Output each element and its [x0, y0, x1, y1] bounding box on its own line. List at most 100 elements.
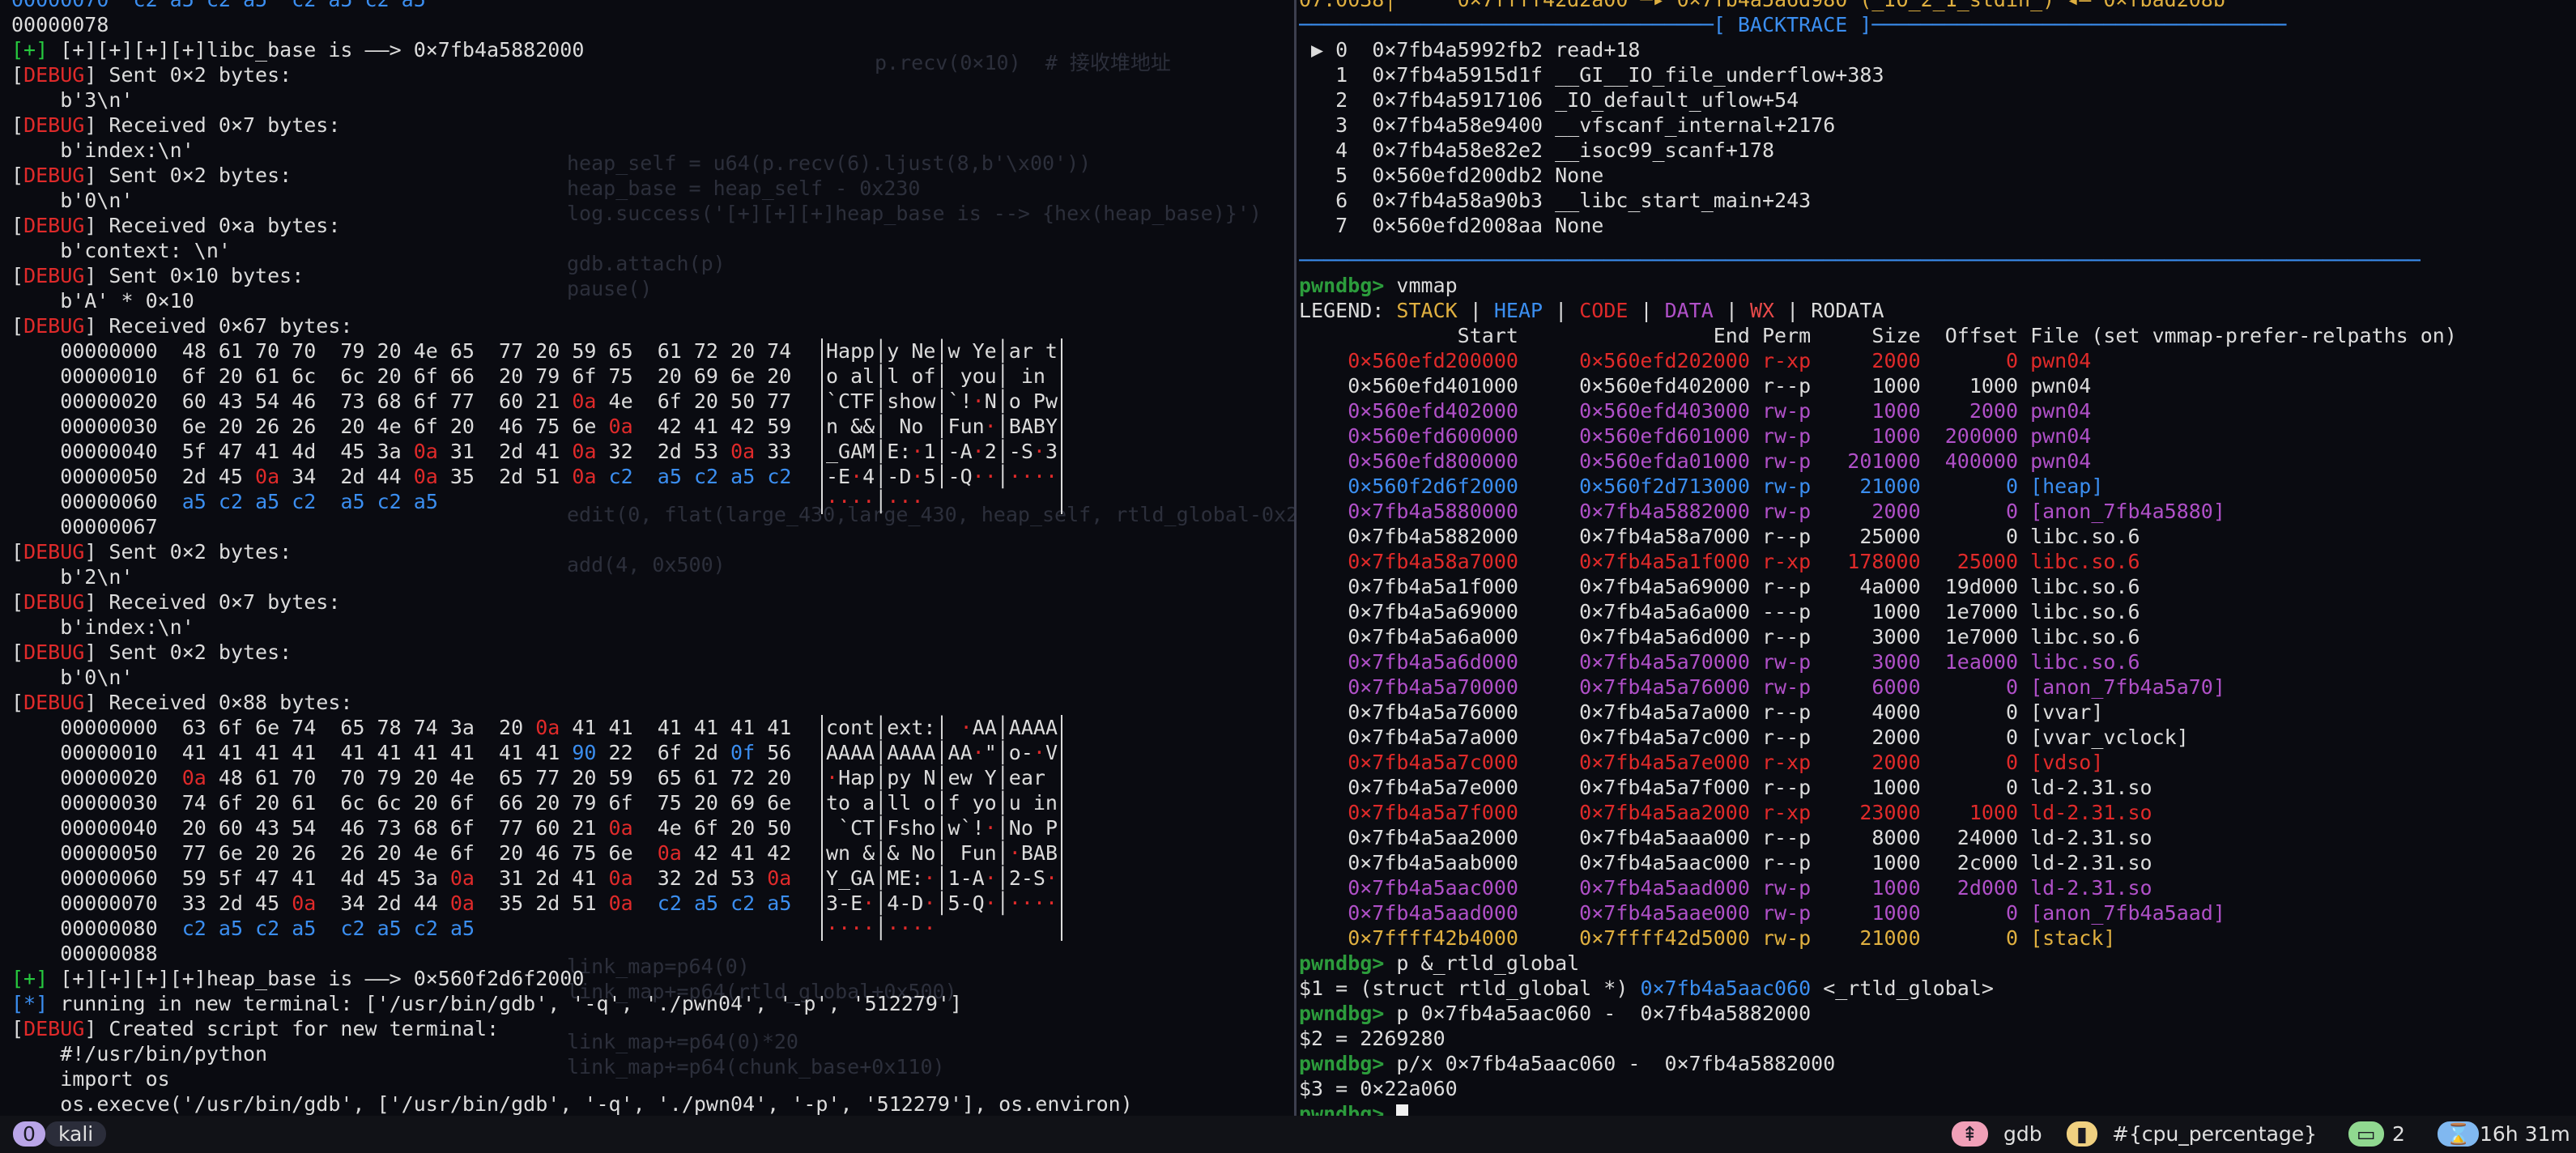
vmmap-row: 0×7fb4a5882000 0×7fb4a58a7000 r--p 25000…	[1299, 525, 2140, 548]
debug-line: [DEBUG] Sent 0×10 bytes:	[11, 264, 304, 287]
hexdump-ascii: AAAA│AAAA│AA·"│o-·V	[821, 740, 1062, 765]
gdb-pwndbg-pane[interactable]: 07:0038│ 0×7ffff42d2a00 ─▸ 0×7fb4a5a6d98…	[1299, 0, 2576, 1116]
vmmap-row: 0×7fb4a5a6a000 0×7fb4a5a6d000 r--p 3000 …	[1299, 625, 2140, 649]
hexdump-block-2: 00000000 63 6f 6e 74 65 78 74 3a 20 0a 4…	[11, 715, 1294, 941]
script-line: #!/usr/bin/python	[11, 1042, 268, 1066]
hexdump-offset: 00000067	[11, 515, 158, 538]
gdb-result-line: $3 = 0×22a060	[1299, 1077, 1458, 1100]
hexdump-ascii: ····│····	[821, 916, 1062, 941]
payload-line: b'3\n'	[11, 88, 134, 112]
debug-line: [DEBUG] Sent 0×2 bytes:	[11, 640, 292, 664]
pwndbg-prompt: pwndbg>	[1299, 1102, 1385, 1116]
hexdump-row: 00000080 c2 a5 c2 a5 c2 a5 c2 a5 ····│···…	[11, 916, 1294, 941]
frame-address: 0×7fb4a5992fb2	[1372, 38, 1543, 62]
hexdump-ascii: Happ│y Ne│w Ye│ar t	[821, 338, 1062, 364]
hexdump-bytes: 00000000 63 6f 6e 74 65 78 74 3a 20 0a 4…	[11, 716, 792, 739]
debug-tag: DEBUG	[23, 164, 85, 187]
pwndbg-prompt: pwndbg>	[1299, 951, 1385, 975]
legend-separator: |	[1628, 299, 1665, 322]
vmmap-row: 0×560efd402000 0×560efd403000 rw-p 1000 …	[1299, 399, 2092, 423]
legend-heap: HEAP	[1493, 299, 1543, 322]
log-line-running: [*] running in new terminal: ['/usr/bin/…	[11, 991, 1294, 1016]
hexdump-ascii: cont│ext:│ ·AA│AAAA	[821, 715, 1062, 740]
vmmap-row: 0×7fb4a5a70000 0×7fb4a5a76000 rw-p 6000 …	[1299, 675, 2225, 699]
debug-message: ] Created script for new terminal:	[84, 1017, 500, 1040]
hexdump-offset: 00000088	[11, 942, 158, 965]
hexdump-row: 00000050 2d 45 0a 34 2d 44 0a 35 2d 51 0…	[11, 464, 1294, 489]
success-marker: [+]	[11, 967, 49, 990]
legend-separator: |	[1457, 299, 1494, 322]
debug-message: ] Received 0×88 bytes:	[84, 691, 353, 714]
hexdump-ascii: ····│···	[821, 489, 1062, 514]
gdb-input-line[interactable]: pwndbg>	[1299, 1101, 2576, 1116]
debug-message: ] Received 0×7 bytes:	[84, 113, 341, 137]
section-rule: ────────────────────────────────────────…	[1299, 249, 2421, 272]
script-line: os.execve('/usr/bin/gdb', ['/usr/bin/gdb…	[11, 1092, 1133, 1116]
legend-label: LEGEND:	[1299, 299, 1397, 322]
hexdump-row: 00000040 5f 47 41 4d 45 3a 0a 31 2d 41 0…	[11, 439, 1294, 464]
text-cursor[interactable]	[1396, 1104, 1409, 1116]
pane-number-badge[interactable]: 0	[13, 1121, 45, 1147]
legend-rodata: RODATA	[1811, 299, 1884, 322]
gdb-command-line: pwndbg> p &_rtld_global	[1299, 951, 2576, 976]
vmmap-row: 0×7fb4a5aa2000 0×7fb4a5aaa000 r--p 8000 …	[1299, 826, 2152, 849]
vmmap-row: 0×7fb4a5a7a000 0×7fb4a5a7c000 r--p 2000 …	[1299, 725, 2189, 749]
debug-tag: DEBUG	[23, 1017, 85, 1040]
vmmap-row: 0×560efd401000 0×560efd402000 r--p 1000 …	[1299, 374, 2092, 398]
hexdump-bytes: 00000000 48 61 70 70 79 20 4e 65 77 20 5…	[11, 339, 792, 363]
hexdump-ascii: n &&│ No │Fun·│BABY	[821, 414, 1062, 439]
hexdump-ascii: _GAM│E:·1│-A·2│-S·3	[821, 439, 1062, 464]
hexdump-row: 00000060 a5 c2 a5 c2 a5 c2 a5 ····│···	[11, 489, 1294, 514]
heap-base-text: [+][+][+][+]heap_base is ——> 0×560f2d6f2…	[48, 967, 585, 990]
debug-message: ] Received 0×a bytes:	[84, 214, 341, 237]
frame-address: 0×560efd2008aa	[1372, 214, 1543, 237]
result-text: $1 = (struct rtld_global *)	[1299, 976, 1641, 1000]
hexdump-bytes: 00000010 41 41 41 41 41 41 41 41 41 41 9…	[11, 741, 792, 764]
hexdump-row: 00000040 20 60 43 54 46 73 68 6f 77 60 2…	[11, 815, 1294, 840]
gdb-result-line: $2 = 2269280	[1299, 1027, 1446, 1050]
legend-separator: |	[1774, 299, 1812, 322]
command-text: p/x 0×7fb4a5aac060 - 0×7fb4a5882000	[1384, 1052, 1836, 1075]
info-marker: [*]	[11, 992, 49, 1015]
backtrace-frame: 7 0×560efd2008aa None	[1299, 213, 2576, 238]
payload-line: b'A' * 0×10	[11, 289, 194, 313]
vmmap-row: 0×7fb4a5aad000 0×7fb4a5aae000 rw-p 1000 …	[1299, 901, 2225, 925]
debug-line: [DEBUG] Received 0×7 bytes:	[11, 113, 341, 137]
pane-divider[interactable]	[1294, 0, 1297, 1116]
gdb-command-line: pwndbg> vmmap	[1299, 273, 2576, 298]
hexdump-row: 00000070 33 2d 45 0a 34 2d 44 0a 35 2d 5…	[11, 891, 1294, 916]
legend-separator: |	[1713, 299, 1750, 322]
pwndbg-prompt: pwndbg>	[1299, 1052, 1385, 1075]
frame-symbol: _IO_default_uflow+54	[1555, 88, 1799, 112]
legend-wx: WX	[1749, 299, 1775, 322]
frame-address: 0×7fb4a5917106	[1372, 88, 1543, 112]
backtrace-frame: 4 0×7fb4a58e82e2 __isoc99_scanf+178	[1299, 138, 2576, 163]
payload-line: b'index:\n'	[11, 138, 194, 162]
debug-message: ] Sent 0×2 bytes:	[84, 63, 292, 87]
hexdump-row: 00000050 77 6e 20 26 26 20 4e 6f 20 46 7…	[11, 840, 1294, 866]
window-count: 2	[2392, 1122, 2405, 1146]
active-window-name[interactable]: gdb	[2003, 1121, 2042, 1147]
hexdump-row: 00000010 41 41 41 41 41 41 41 41 41 41 9…	[11, 740, 1294, 765]
hexdump-ascii: `CT│Fsho│w`!·│No P	[821, 815, 1062, 840]
vmmap-row: 0×7fb4a5a7f000 0×7fb4a5aa2000 r-xp 23000…	[1299, 801, 2152, 824]
debug-tag: DEBUG	[23, 113, 85, 137]
payload-line: b'0\n'	[11, 189, 134, 212]
frame-number: ▶ 0	[1299, 38, 1348, 62]
session-name[interactable]: kali	[45, 1121, 107, 1147]
debug-line: [DEBUG] Sent 0×2 bytes:	[11, 63, 292, 87]
hexdump-ascii: -E·4│-D·5│-Q··│····	[821, 464, 1062, 489]
vmmap-row: 0×7fb4a5a7e000 0×7fb4a5a7f000 r--p 1000 …	[1299, 776, 2152, 799]
hexdump-bytes: 00000060 a5 c2 a5 c2 a5 c2 a5	[11, 490, 438, 513]
frame-number: 2	[1299, 88, 1348, 112]
vmmap-row: 0×7fb4a5a6d000 0×7fb4a5a70000 rw-p 3000 …	[1299, 650, 2140, 674]
pwntools-terminal-pane[interactable]: p.recv(0×10) # 接收堆地址 heap_self = u64(p.r…	[0, 0, 1294, 1116]
debug-message: ] Sent 0×2 bytes:	[84, 640, 292, 664]
clock-icon: ⌛	[2438, 1121, 2480, 1147]
hexdump-bytes: 00000040 5f 47 41 4d 45 3a 0a 31 2d 41 0…	[11, 440, 792, 463]
backtrace-frame: 1 0×7fb4a5915d1f __GI__IO_file_underflow…	[1299, 62, 2576, 87]
running-text: running in new terminal: ['/usr/bin/gdb'…	[48, 992, 963, 1015]
payload-line: b'0\n'	[11, 666, 134, 689]
debug-tag: DEBUG	[23, 214, 85, 237]
debug-tag: DEBUG	[23, 590, 85, 614]
